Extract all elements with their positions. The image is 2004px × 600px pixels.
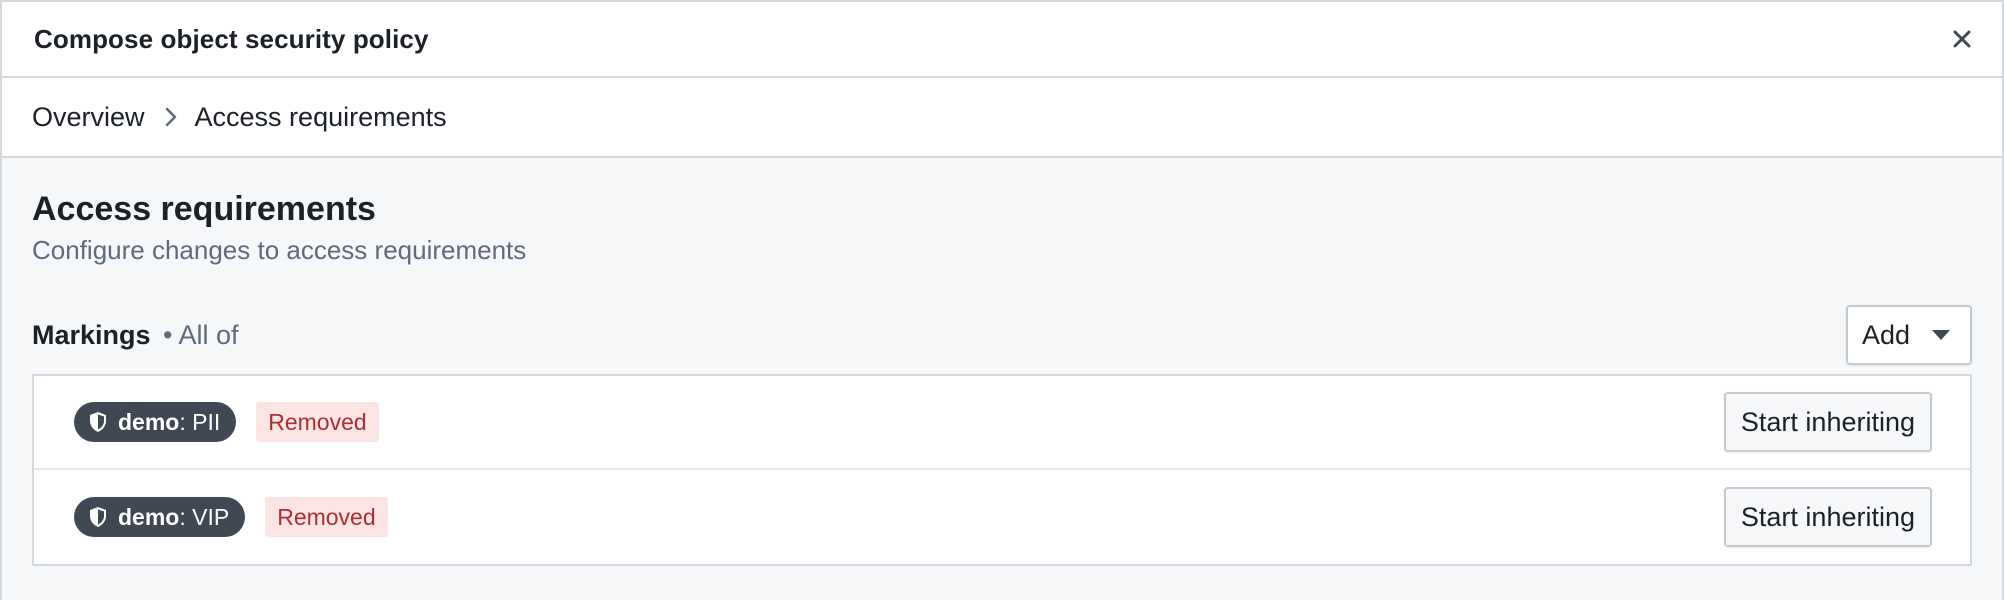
breadcrumb-overview[interactable]: Overview [32, 102, 145, 133]
marking-name: : VIP [179, 503, 230, 530]
dialog-header: Compose object security policy [2, 2, 2002, 78]
marking-row: demo: VIP Removed Start inheriting [34, 470, 1970, 564]
add-button-label: Add [1862, 319, 1911, 350]
add-button[interactable]: Add [1846, 305, 1972, 365]
marking-name: : PII [179, 408, 221, 435]
status-badge: Removed [265, 497, 388, 537]
dialog-body: Access requirements Configure changes to… [2, 158, 2002, 600]
marking-tag[interactable]: demo: VIP [74, 497, 246, 537]
close-button[interactable] [1942, 19, 1982, 59]
close-icon [1953, 30, 1971, 48]
marking-namespace: demo [118, 503, 180, 530]
security-policy-dialog: Compose object security policy Overview … [0, 0, 2004, 600]
breadcrumb: Overview Access requirements [2, 78, 2002, 158]
dialog-title: Compose object security policy [34, 23, 429, 54]
markings-label: Markings [32, 319, 151, 350]
section-title: Access requirements [32, 190, 376, 228]
marking-namespace: demo [118, 408, 180, 435]
status-badge: Removed [256, 402, 379, 442]
chevron-right-icon [165, 107, 177, 127]
markings-qualifier: • All of [163, 319, 239, 350]
section-subtitle: Configure changes to access requirements [32, 235, 527, 265]
caret-down-icon [1932, 330, 1950, 340]
markings-list: demo: PII Removed Start inheriting demo … [32, 374, 1972, 566]
start-inheriting-button[interactable]: Start inheriting [1723, 392, 1932, 452]
markings-header: Markings • All of Add [32, 304, 1972, 366]
marking-tag[interactable]: demo: PII [74, 402, 237, 442]
shield-icon [88, 411, 108, 433]
breadcrumb-access-requirements[interactable]: Access requirements [195, 102, 447, 133]
start-inheriting-button[interactable]: Start inheriting [1723, 487, 1932, 547]
marking-row: demo: PII Removed Start inheriting [34, 376, 1970, 470]
shield-icon [88, 506, 108, 528]
